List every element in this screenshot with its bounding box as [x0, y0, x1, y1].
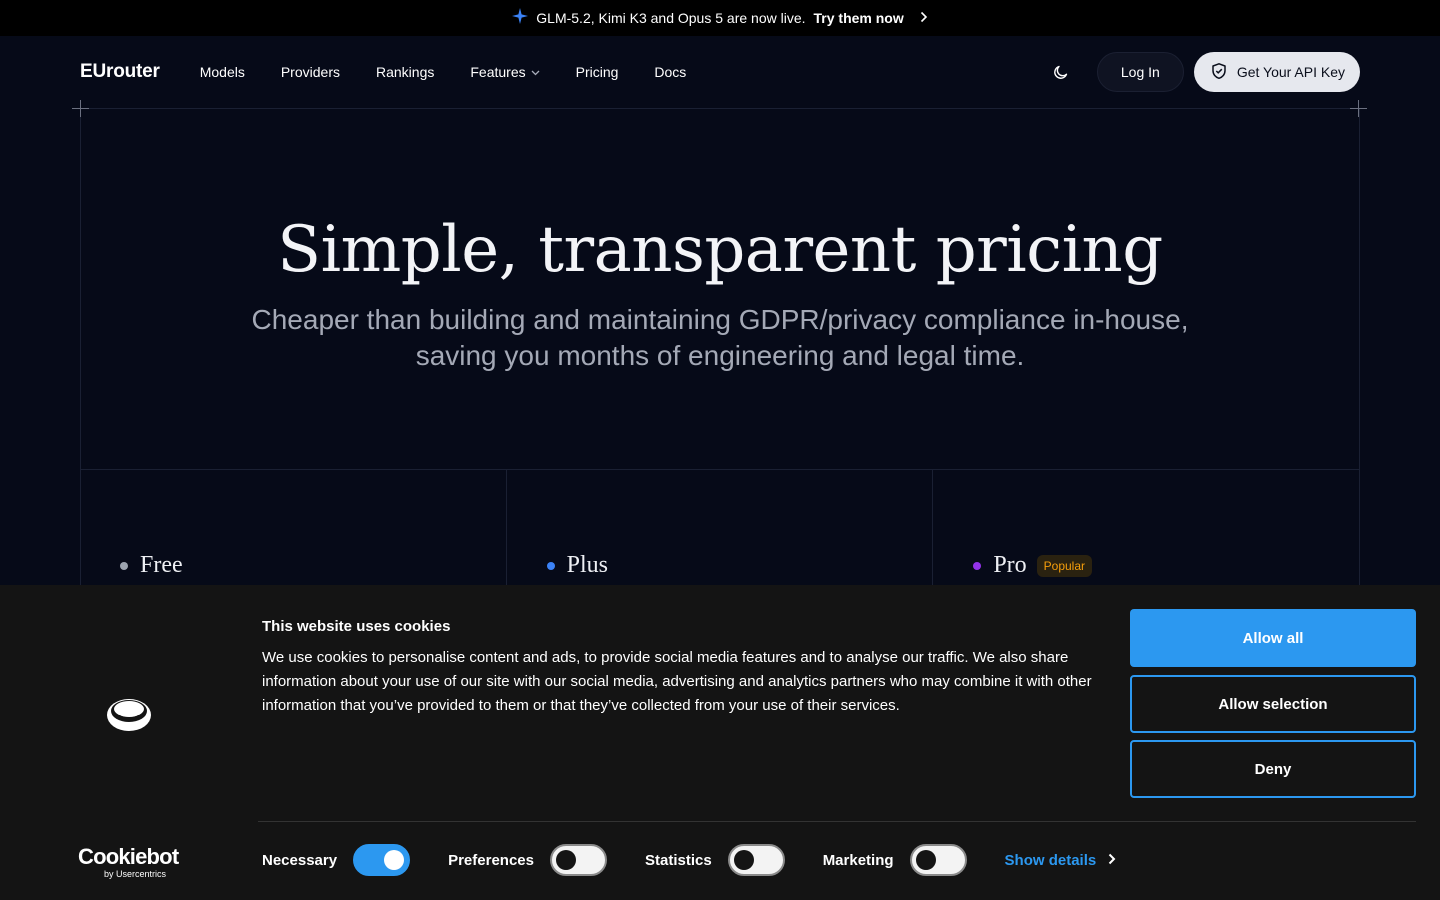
- page-subtitle: Cheaper than building and maintaining GD…: [220, 302, 1220, 374]
- cookiebot-sub: by Usercentrics: [104, 869, 167, 879]
- toggle-label: Marketing: [822, 851, 894, 869]
- get-api-key-button[interactable]: Get Your API Key: [1193, 52, 1360, 92]
- plan-dot: [546, 561, 555, 570]
- toggle-marketing: Marketing: [823, 844, 967, 876]
- page-title: Simple, transparent pricing: [277, 213, 1163, 287]
- toggle-label: Statistics: [644, 851, 712, 869]
- preferences-switch[interactable]: [549, 844, 607, 876]
- allow-all-button[interactable]: Allow all: [1130, 609, 1416, 667]
- moon-icon[interactable]: [1041, 52, 1081, 92]
- plan-dot: [973, 561, 982, 570]
- cookiebot-name: Cookiebot: [78, 844, 179, 869]
- marketing-switch[interactable]: [909, 844, 967, 876]
- nav-models[interactable]: Models: [200, 64, 245, 80]
- nav-label: Models: [199, 64, 245, 80]
- login-button[interactable]: Log In: [1096, 52, 1184, 92]
- statistics-switch[interactable]: [727, 844, 785, 876]
- cookiebot-logo-icon: [105, 694, 153, 737]
- toggle-label: Preferences: [448, 851, 534, 869]
- nav-rankings[interactable]: Rankings: [376, 64, 434, 80]
- nav-label: Pricing: [575, 64, 619, 80]
- toggle-label: Necessary: [262, 851, 338, 869]
- plan-name: Free: [140, 552, 183, 578]
- chevron-down-icon: [531, 68, 540, 78]
- chevron-right-icon: [1108, 852, 1116, 868]
- toggle-statistics: Statistics: [645, 844, 785, 876]
- necessary-switch[interactable]: [353, 844, 411, 876]
- corner-plus-icon: [1350, 100, 1367, 117]
- nav-features[interactable]: Features: [470, 64, 540, 80]
- show-details-link[interactable]: Show details: [1005, 852, 1117, 869]
- nav-label: Rankings: [375, 64, 435, 80]
- corner-plus-icon: [72, 100, 89, 117]
- api-key-label: Get Your API Key: [1236, 64, 1345, 80]
- toggle-necessary: Necessary: [262, 844, 411, 876]
- main-nav: Models Providers Rankings Features Prici…: [200, 64, 687, 80]
- chevron-right-icon: [920, 10, 928, 26]
- popular-badge: Popular: [1036, 554, 1093, 577]
- cookiebot-brand[interactable]: Cookiebot by Usercentrics: [78, 844, 179, 880]
- toggle-preferences: Preferences: [448, 844, 607, 876]
- subtitle-line: saving you months of engineering and leg…: [415, 340, 1025, 371]
- deny-button[interactable]: Deny: [1130, 740, 1416, 798]
- nav-pricing[interactable]: Pricing: [576, 64, 619, 80]
- shield-icon: [1210, 62, 1228, 83]
- cookie-description: We use cookies to personalise content an…: [262, 649, 1092, 714]
- announcement-cta[interactable]: Try them now: [814, 10, 904, 26]
- logo[interactable]: EUrouter: [80, 61, 160, 83]
- nav-docs[interactable]: Docs: [654, 64, 686, 80]
- header-actions: Log In Get Your API Key: [1041, 52, 1360, 92]
- nav-providers[interactable]: Providers: [281, 64, 340, 80]
- cookie-title: This website uses cookies: [262, 618, 451, 635]
- allow-selection-button[interactable]: Allow selection: [1130, 675, 1416, 733]
- cookie-divider: [258, 821, 1416, 822]
- announcement-text: GLM-5.2, Kimi K3 and Opus 5 are now live…: [536, 10, 806, 26]
- nav-label: Docs: [654, 64, 687, 80]
- show-details-label: Show details: [1004, 851, 1097, 869]
- cookie-toggles: Necessary Preferences Statistics Marketi…: [262, 844, 1116, 876]
- site-header: EUrouter Models Providers Rankings Featu…: [0, 36, 1440, 108]
- announcement-bar[interactable]: GLM-5.2, Kimi K3 and Opus 5 are now live…: [0, 0, 1440, 36]
- nav-label: Features: [470, 64, 526, 80]
- plan-dot: [120, 561, 128, 570]
- plan-name: Pro: [993, 552, 1027, 578]
- nav-label: Providers: [280, 64, 340, 80]
- plan-name: Plus: [566, 552, 609, 578]
- sparkle-icon: [512, 8, 529, 28]
- subtitle-line: Cheaper than building and maintaining GD…: [251, 304, 1189, 335]
